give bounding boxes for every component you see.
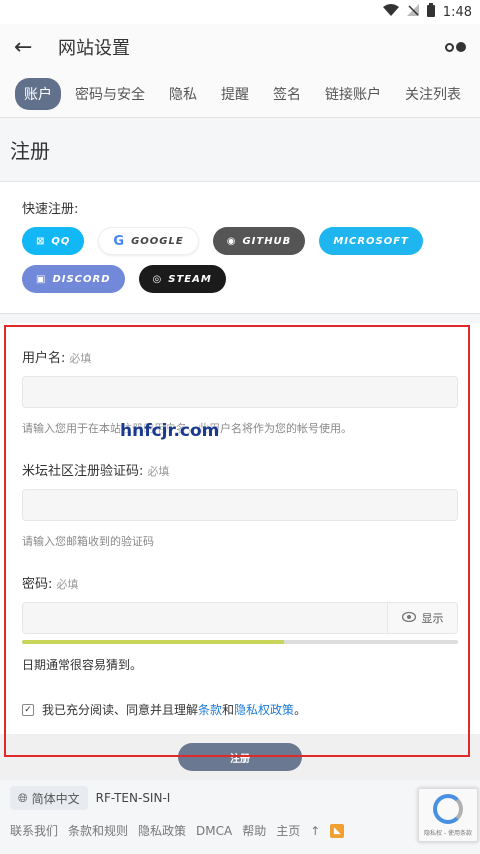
- required-tag: 必填: [69, 352, 92, 365]
- code-field: 米坛社区注册验证码: 必填 请输入您邮箱收到的验证码: [22, 436, 458, 549]
- footer-link-terms[interactable]: 条款和规则: [68, 822, 128, 839]
- qq-login-button[interactable]: ⊠ QQ: [22, 227, 85, 255]
- required-tag: 必填: [56, 578, 79, 591]
- password-field: 密码: 必填 显示 日期通常很容易猜到。: [22, 549, 458, 673]
- rss-icon[interactable]: ◣: [330, 823, 345, 838]
- recaptcha-badge[interactable]: 隐私权 - 使用条款: [418, 788, 478, 842]
- steam-label: STEAM: [168, 273, 212, 285]
- password-strength-meter: [22, 640, 458, 644]
- section-header: 注册: [0, 118, 480, 182]
- password-strength-fill: [22, 640, 284, 644]
- recaptcha-icon: [433, 793, 463, 824]
- code-hint: 请输入您邮箱收到的验证码: [22, 535, 154, 548]
- username-label: 用户名:: [22, 351, 66, 366]
- battery-icon: [426, 3, 435, 21]
- agree-and: 和: [222, 703, 235, 717]
- password-label: 密码:: [22, 577, 53, 592]
- tab-privacy[interactable]: 隐私: [159, 78, 207, 110]
- app-bar: ← 网站设置: [0, 24, 480, 70]
- tab-following[interactable]: 关注列表: [395, 78, 471, 110]
- google-icon: G: [113, 233, 126, 249]
- tab-linked-accounts[interactable]: 链接账户: [315, 78, 391, 110]
- footer-link-privacy[interactable]: 隐私政策: [138, 822, 186, 839]
- username-input[interactable]: [22, 376, 458, 408]
- tab-password-security[interactable]: 密码与安全: [65, 78, 155, 110]
- steam-icon: ◎: [152, 273, 163, 285]
- required-tag: 必填: [147, 465, 170, 478]
- github-login-button[interactable]: ◉ GITHUB: [212, 227, 306, 255]
- discord-label: DISCORD: [52, 273, 111, 285]
- scroll-top-icon[interactable]: ↑: [310, 824, 320, 838]
- google-login-button[interactable]: G GOOGLE: [98, 227, 199, 255]
- status-time: 1:48: [442, 4, 472, 20]
- signal-off-icon: [406, 4, 419, 20]
- social-buttons: ⊠ QQ G GOOGLE ◉ GITHUB MICROSOFT ▣ DISCO…: [22, 227, 458, 293]
- discord-icon: ▣: [36, 273, 47, 285]
- show-password-label: 显示: [421, 612, 444, 625]
- submit-row: 注册: [0, 734, 480, 780]
- back-arrow-icon[interactable]: ←: [14, 35, 50, 60]
- footer-link-home[interactable]: 主页: [276, 822, 300, 839]
- language-button[interactable]: 🌐︎ 简体中文: [10, 786, 88, 810]
- wifi-icon: [382, 4, 399, 20]
- tab-alerts[interactable]: 提醒: [211, 78, 259, 110]
- footer-link-help[interactable]: 帮助: [242, 822, 266, 839]
- agree-checkbox[interactable]: ✓: [22, 703, 34, 716]
- watermark: hnfcjr.com: [120, 421, 220, 441]
- qq-icon: ⊠: [36, 235, 46, 247]
- privacy-link[interactable]: 隐私权政策: [234, 703, 294, 717]
- agree-prefix: 我已充分阅读、同意并且理解: [42, 703, 199, 717]
- username-field: 用户名: 必填 请输入您用于在本站注册的用户名，此用户名将作为您的帐号使用。: [22, 323, 458, 436]
- password-input[interactable]: [22, 602, 388, 634]
- quick-register: 快速注册: ⊠ QQ G GOOGLE ◉ GITHUB MICROSOFT ▣…: [0, 182, 480, 314]
- github-icon: ◉: [226, 235, 237, 247]
- page-title: 网站设置: [58, 38, 130, 59]
- tab-account[interactable]: 账户: [15, 77, 61, 110]
- recaptcha-text: 隐私权 - 使用条款: [424, 829, 472, 837]
- discord-login-button[interactable]: ▣ DISCORD: [22, 265, 125, 293]
- google-label: GOOGLE: [131, 235, 184, 247]
- language-label: 简体中文: [31, 791, 80, 806]
- quick-register-label: 快速注册:: [22, 202, 79, 217]
- agree-suffix: 。: [294, 703, 307, 717]
- steam-login-button[interactable]: ◎ STEAM: [138, 265, 226, 293]
- footer-link-dmca[interactable]: DMCA: [196, 824, 232, 838]
- microsoft-login-button[interactable]: MICROSOFT: [319, 227, 423, 255]
- settings-tabs: 账户 密码与安全 隐私 提醒 签名 链接账户 关注列表 屏蔽: [0, 70, 480, 118]
- qq-label: QQ: [51, 235, 71, 247]
- tab-signature[interactable]: 签名: [263, 78, 311, 110]
- agree-row: ✓ 我已充分阅读、同意并且理解条款和隐私权政策。: [22, 701, 458, 718]
- code-label: 米坛社区注册验证码:: [22, 464, 144, 479]
- register-button[interactable]: 注册: [178, 743, 302, 771]
- eye-icon: [401, 611, 416, 625]
- show-password-button[interactable]: 显示: [388, 602, 458, 634]
- username-hint: 请输入您用于在本站注册的用户名，此用户名将作为您的帐号使用。: [22, 422, 352, 435]
- register-form: 用户名: 必填 请输入您用于在本站注册的用户名，此用户名将作为您的帐号使用。 米坛…: [0, 323, 480, 780]
- status-bar: 1:48: [0, 0, 480, 24]
- password-strength-text: 日期通常很容易猜到。: [22, 658, 143, 672]
- terms-link[interactable]: 条款: [198, 703, 222, 717]
- github-label: GITHUB: [242, 235, 292, 247]
- microsoft-label: MICROSOFT: [333, 235, 409, 247]
- code-input[interactable]: [22, 489, 458, 521]
- globe-icon: 🌐︎: [18, 790, 28, 805]
- toggle-menu-icon[interactable]: [445, 42, 466, 52]
- style-code: RF-TEN-SIN-I: [95, 791, 171, 805]
- footer: 🌐︎ 简体中文 RF-TEN-SIN-I 联系我们 条款和规则 隐私政策 DMC…: [0, 786, 480, 839]
- footer-link-contact[interactable]: 联系我们: [10, 822, 58, 839]
- tab-ignoring[interactable]: 屏蔽: [475, 78, 480, 110]
- section-title: 注册: [10, 139, 50, 163]
